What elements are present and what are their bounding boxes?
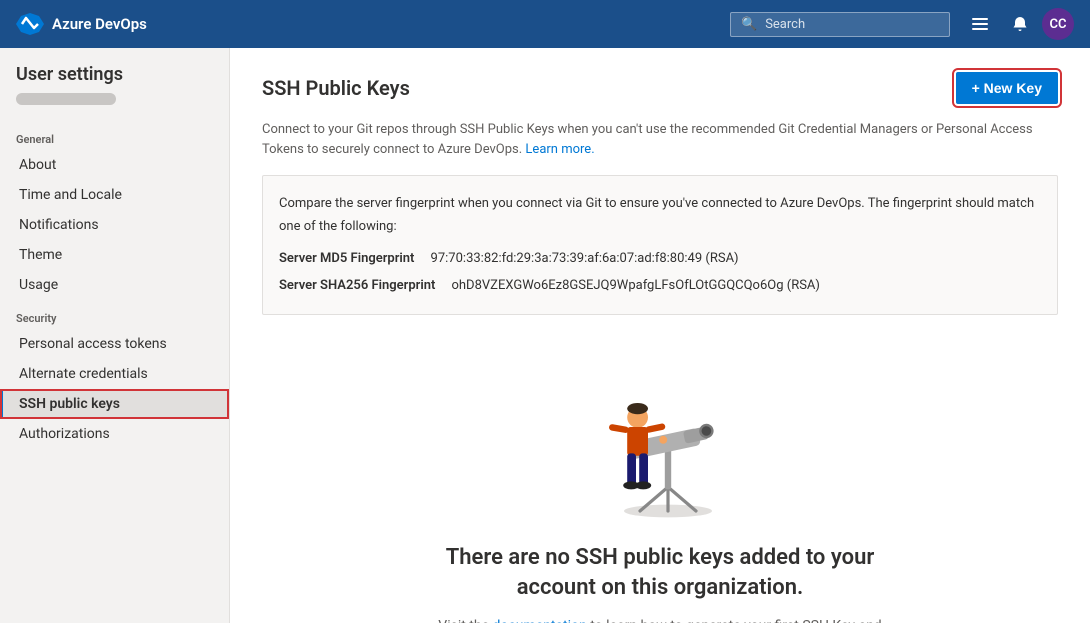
search-label: Search <box>765 17 805 32</box>
empty-state-subtitle-pre: Visit the <box>438 618 492 623</box>
top-navigation: Azure DevOps 🔍 Search CC <box>0 0 1090 48</box>
fingerprint-sha256-value: ohD8VZEXGWo6Ez8GSEJQ9WpafgLFsOfLOtGGQCQo… <box>451 278 819 293</box>
sidebar-section-general: General <box>0 121 229 150</box>
telescope-illustration <box>580 363 740 523</box>
menu-icon-btn[interactable] <box>962 6 998 42</box>
sidebar-item-about[interactable]: About <box>0 150 229 180</box>
avatar-initials: CC <box>1050 17 1067 32</box>
sidebar-item-alternate-credentials[interactable]: Alternate credentials <box>0 359 229 389</box>
notification-btn[interactable] <box>1002 6 1038 42</box>
sidebar-item-about-label: About <box>19 157 56 173</box>
sidebar-item-ssh-public-keys[interactable]: SSH public keys <box>0 389 229 419</box>
empty-state: There are no SSH public keys added to yo… <box>262 339 1058 623</box>
sidebar-item-alt-creds-label: Alternate credentials <box>19 366 148 382</box>
sidebar-item-notifications[interactable]: Notifications <box>0 210 229 240</box>
empty-state-title: There are no SSH public keys added to yo… <box>420 543 900 605</box>
sidebar-title: User settings <box>0 64 229 93</box>
info-text: Connect to your Git repos through SSH Pu… <box>262 120 1058 159</box>
sidebar-item-notifications-label: Notifications <box>19 217 99 233</box>
fingerprint-intro: Compare the server fingerprint when you … <box>279 192 1041 239</box>
sidebar-section-security: Security <box>0 300 229 329</box>
sidebar-user-placeholder <box>16 93 116 105</box>
logo-icon <box>16 10 44 38</box>
new-key-button[interactable]: + New Key <box>956 72 1058 104</box>
topnav-icons: CC <box>962 6 1074 42</box>
sidebar-item-theme[interactable]: Theme <box>0 240 229 270</box>
fingerprint-md5-row: Server MD5 Fingerprint 97:70:33:82:fd:29… <box>279 247 1041 270</box>
app-name: Azure DevOps <box>52 15 147 33</box>
sidebar-item-usage-label: Usage <box>19 277 58 293</box>
sidebar-item-personal-access-tokens[interactable]: Personal access tokens <box>0 329 229 359</box>
empty-state-subtitle: Visit the documentation to learn how to … <box>420 616 900 623</box>
sidebar-item-time-locale-label: Time and Locale <box>19 187 122 203</box>
documentation-link[interactable]: documentation <box>492 618 586 623</box>
main-layout: User settings General About Time and Loc… <box>0 48 1090 623</box>
menu-lines-icon <box>972 16 988 32</box>
sidebar-item-time-locale[interactable]: Time and Locale <box>0 180 229 210</box>
search-box[interactable]: 🔍 Search <box>730 12 950 37</box>
learn-more-link[interactable]: Learn more. <box>525 142 594 157</box>
info-text-content: Connect to your Git repos through SSH Pu… <box>262 122 1033 157</box>
page-header: SSH Public Keys + New Key <box>262 72 1058 104</box>
sidebar-item-theme-label: Theme <box>19 247 62 263</box>
fingerprint-md5-value: 97:70:33:82:fd:29:3a:73:39:af:6a:07:ad:f… <box>431 251 739 266</box>
sidebar-item-usage[interactable]: Usage <box>0 270 229 300</box>
sidebar-item-authorizations[interactable]: Authorizations <box>0 419 229 449</box>
fingerprint-box: Compare the server fingerprint when you … <box>262 175 1058 315</box>
fingerprint-sha256-label: Server SHA256 Fingerprint <box>279 278 435 293</box>
page-title: SSH Public Keys <box>262 76 410 100</box>
sidebar: User settings General About Time and Loc… <box>0 48 230 623</box>
sidebar-item-ssh-label: SSH public keys <box>19 396 120 412</box>
fingerprint-sha256-row: Server SHA256 Fingerprint ohD8VZEXGWo6Ez… <box>279 274 1041 297</box>
sidebar-item-authorizations-label: Authorizations <box>19 426 110 442</box>
main-content: SSH Public Keys + New Key Connect to you… <box>230 48 1090 623</box>
empty-state-subtitle-post: to learn how to generate your first SSH … <box>534 618 882 623</box>
app-logo[interactable]: Azure DevOps <box>16 10 147 38</box>
bell-icon <box>1012 16 1028 32</box>
search-icon: 🔍 <box>741 17 757 32</box>
user-avatar[interactable]: CC <box>1042 8 1074 40</box>
sidebar-item-pat-label: Personal access tokens <box>19 336 167 352</box>
fingerprint-md5-label: Server MD5 Fingerprint <box>279 251 414 266</box>
